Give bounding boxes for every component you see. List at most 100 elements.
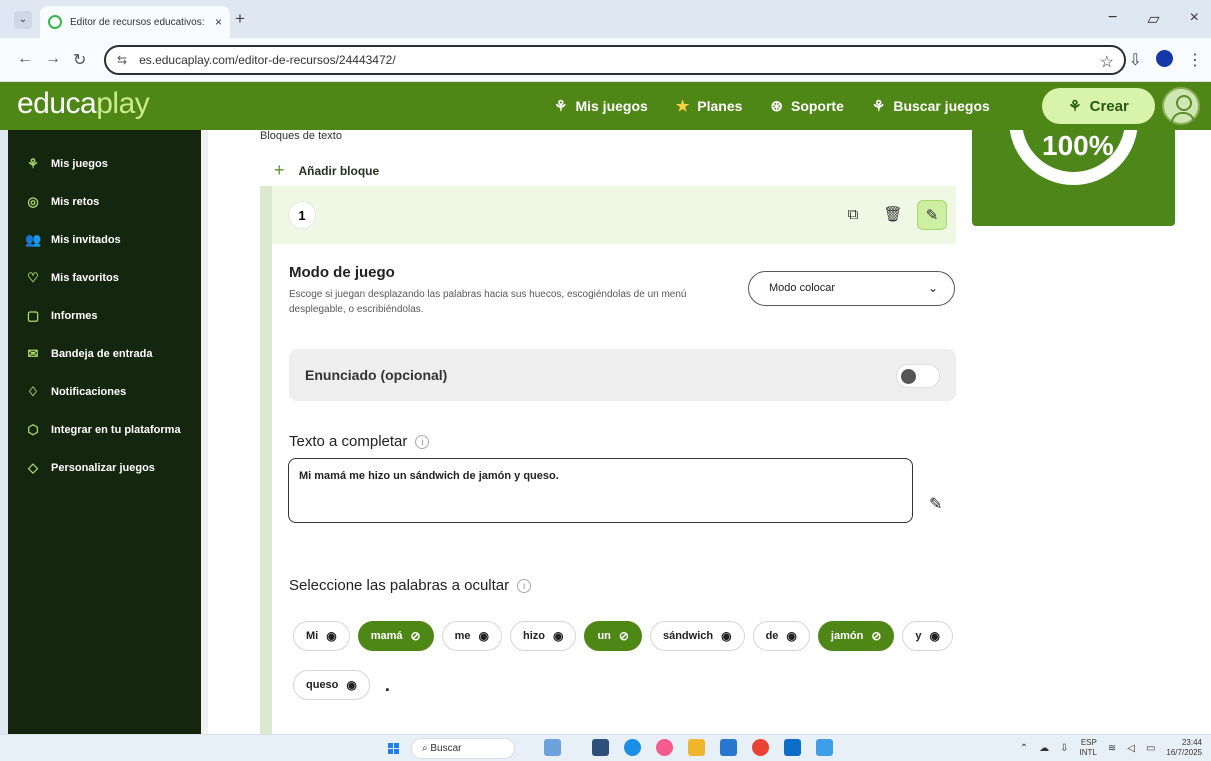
visible-eye-icon: ◉ [552, 629, 564, 643]
duplicate-icon[interactable]: ⧉ [838, 200, 868, 230]
volume-icon[interactable]: ◁ [1127, 743, 1135, 754]
add-block-button[interactable]: + Añadir bloque [274, 160, 379, 181]
info-icon[interactable]: i [517, 579, 532, 593]
customize-icon: ◇ [28, 460, 38, 475]
clock[interactable]: 23:44 16/7/2025 [1166, 738, 1202, 758]
sidebar-item-notificaciones[interactable]: ♢ Notificaciones [25, 384, 126, 400]
clock-time: 23:44 [1181, 738, 1202, 747]
usb-icon[interactable]: ⇩ [1060, 743, 1068, 754]
address-bar[interactable]: ⇆ es.educaplay.com/editor-de-recursos/24… [104, 45, 1126, 75]
game-mode-select[interactable]: Modo colocar ⌄ [748, 271, 955, 306]
word-chip-un[interactable]: un ⊘ [584, 621, 642, 651]
nav-link-label: Planes [697, 98, 743, 114]
active-browser-tab[interactable]: Editor de recursos educativos: × [40, 6, 230, 38]
text-edit-pencil-icon[interactable]: ✎ [929, 494, 942, 514]
taskbar-app-icon[interactable] [544, 739, 561, 756]
restore-icon[interactable]: ▱ [1147, 9, 1159, 29]
word-chip-de[interactable]: de ◉ [752, 621, 810, 651]
system-tray: ⌃ ☁ ⇩ ESP INTL ≋ ◁ ▭ 23:44 16/7/2025 [1020, 738, 1202, 758]
text-to-complete-field[interactable]: Mi mamá me hizo un sándwich de jamón y q… [288, 458, 913, 523]
language-bottom: INTL [1079, 748, 1097, 757]
refresh-icon[interactable]: ↻ [73, 50, 86, 70]
create-icon: ⚘ [1068, 98, 1082, 115]
word-chip-hizo[interactable]: hizo ◉ [509, 621, 577, 651]
cloud-icon[interactable]: ☁ [1039, 743, 1049, 754]
store-icon[interactable] [720, 739, 737, 756]
language-indicator[interactable]: ESP INTL [1080, 738, 1097, 758]
edge-icon[interactable] [624, 739, 641, 756]
close-window-icon[interactable]: × [1190, 9, 1199, 29]
block-number-badge: 1 [288, 201, 316, 229]
menu-icon[interactable]: ⋮ [1187, 50, 1203, 70]
inbox-icon: ✉ [27, 346, 39, 361]
bell-icon: ♢ [27, 384, 39, 399]
taskbar-app-icon[interactable] [592, 739, 609, 756]
sidebar-item-mis-invitados[interactable]: 👥 Mis invitados [25, 232, 121, 248]
word-chip-mama[interactable]: mamá ⊘ [357, 621, 434, 651]
nav-link-label: Buscar juegos [893, 98, 990, 114]
taskbar-app-icon[interactable] [784, 739, 801, 756]
word-chip-me[interactable]: me ◉ [441, 621, 502, 651]
browser-profile-icon[interactable] [1156, 50, 1173, 67]
chevron-down-icon: ⌄ [927, 281, 938, 295]
word-chip-jamon[interactable]: jamón ⊘ [817, 621, 895, 651]
word-chip-label: y [915, 630, 922, 642]
minimize-icon[interactable]: − [1108, 9, 1117, 29]
taskbar-search[interactable]: ⌕ Buscar [411, 738, 515, 759]
visible-eye-icon: ◉ [326, 629, 337, 643]
info-icon[interactable]: i [415, 435, 430, 449]
mode-help-text: Escoge si juegan desplazando las palabra… [289, 289, 687, 315]
word-chip-queso[interactable]: queso ◉ [293, 670, 370, 700]
statement-toggle[interactable] [896, 364, 940, 388]
sidebar-item-mis-favoritos[interactable]: ♡ Mis favoritos [25, 270, 119, 286]
sidebar-scrollbar[interactable] [201, 130, 208, 734]
user-avatar-icon[interactable] [1162, 87, 1200, 125]
nav-planes[interactable]: ★ Planes [676, 97, 743, 115]
educaplay-logo[interactable]: educaplay [17, 87, 150, 121]
word-chip-label: mamá [370, 630, 403, 642]
windows-start-icon[interactable] [388, 743, 399, 754]
nav-mis-juegos[interactable]: ⚘ Mis juegos [554, 97, 648, 115]
tab-menu-icon[interactable]: ⌄ [14, 11, 32, 29]
nav-buscar-juegos[interactable]: ⚘ Buscar juegos [872, 97, 990, 115]
game-mode-value: Modo colocar [769, 282, 836, 294]
hide-words-title: Seleccione las palabras a ocultar i [289, 577, 532, 594]
chevron-up-icon[interactable]: ⌃ [1020, 743, 1028, 754]
trash-icon[interactable]: 🗑 [878, 200, 908, 230]
wifi-icon[interactable]: ≋ [1108, 743, 1116, 754]
word-chip-sandwich[interactable]: sándwich ◉ [649, 621, 745, 651]
word-chip-label: queso [306, 679, 339, 691]
word-chip-mi[interactable]: Mi ◉ [293, 621, 350, 651]
download-icon[interactable]: ⇩ [1129, 50, 1142, 70]
statement-label: Enunciado (opcional) [305, 367, 448, 383]
word-chip-label: un [597, 630, 611, 642]
photos-icon[interactable] [816, 739, 833, 756]
sidebar-item-bandeja-entrada[interactable]: ✉ Bandeja de entrada [25, 346, 153, 362]
battery-icon[interactable]: ▭ [1146, 743, 1155, 754]
sidebar-item-mis-retos[interactable]: ◎ Mis retos [25, 194, 99, 210]
chrome-icon[interactable] [752, 739, 769, 756]
edit-icon[interactable]: ✎ [917, 200, 947, 230]
forward-icon[interactable]: → [45, 50, 61, 68]
word-chip-label: me [454, 630, 471, 642]
sidebar-item-integrar-plataforma[interactable]: ⬡ Integrar en tu plataforma [25, 422, 181, 438]
target-icon: ◎ [27, 194, 39, 209]
site-settings-icon[interactable]: ⇆ [117, 53, 127, 67]
back-icon[interactable]: ← [17, 50, 33, 68]
close-icon[interactable]: × [215, 15, 222, 29]
word-chip-y[interactable]: y ◉ [902, 621, 953, 651]
search-games-icon: ⚘ [871, 98, 886, 115]
sidebar-item-personalizar-juegos[interactable]: ◇ Personalizar juegos [25, 460, 155, 476]
new-tab-icon[interactable]: + [235, 9, 245, 29]
nav-soporte[interactable]: ⊛ Soporte [770, 97, 843, 115]
word-chip-row-second: queso ◉ . [293, 670, 390, 700]
text-to-complete-label: Texto a completar i [289, 433, 430, 450]
taskbar-app-icon[interactable] [656, 739, 673, 756]
folder-icon[interactable] [688, 739, 705, 756]
sidebar-item-mis-juegos[interactable]: ⚘ Mis juegos [25, 156, 108, 172]
sidebar-item-informes[interactable]: ▢ Informes [25, 308, 98, 324]
sidebar-item-label: Integrar en tu plataforma [51, 424, 181, 436]
sidebar-item-label: Personalizar juegos [51, 462, 155, 474]
create-button[interactable]: ⚘ Crear [1042, 88, 1155, 124]
bookmark-star-icon[interactable]: ☆ [1100, 52, 1114, 72]
